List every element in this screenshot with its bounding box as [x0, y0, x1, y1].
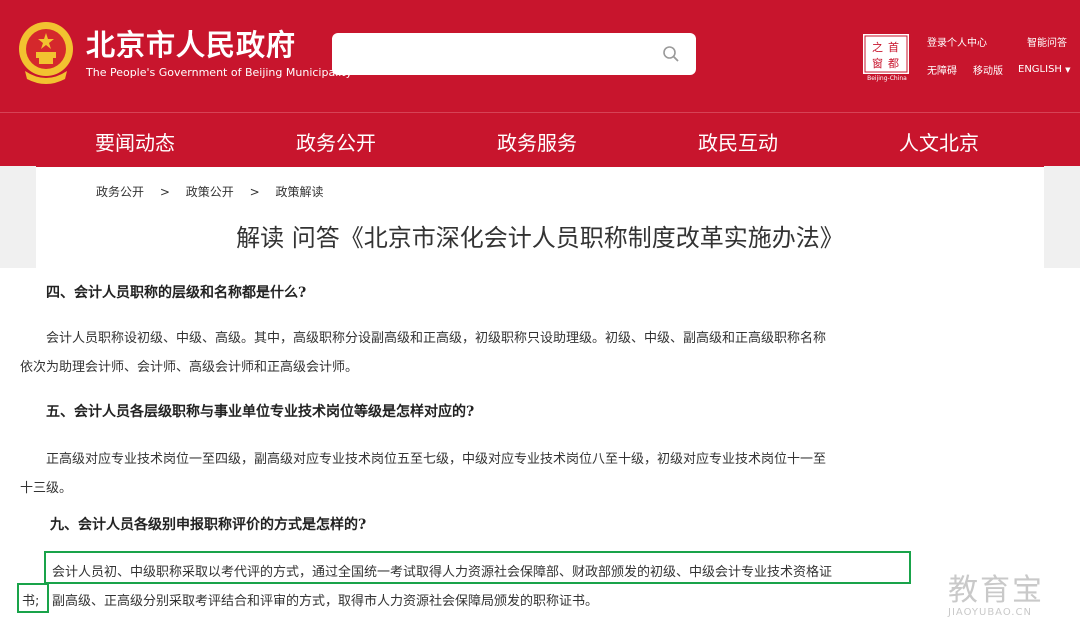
english-label: ENGLISH [1018, 64, 1062, 75]
beijing-logo[interactable]: 之 首 窗 都 Beijing-China [861, 34, 911, 82]
nav-item-culture[interactable]: 人文北京 [899, 127, 979, 156]
answer-text: 十三级。 [20, 481, 73, 496]
answer-text: 副高级、正高级分别采取考评结合和评审的方式，取得市人力资源社会保障局颁发的职称证… [52, 594, 599, 609]
breadcrumb-item-interpretation[interactable]: 政策解读 [275, 183, 323, 200]
accessibility-link[interactable]: 无障碍 [927, 62, 957, 77]
english-link[interactable]: ENGLISH ▼ [1018, 64, 1071, 75]
beijing-seal-icon: 之 首 窗 都 [863, 34, 909, 74]
search-icon[interactable] [662, 45, 680, 63]
question-heading: 五、会计人员各层级职称与事业单位专业技术岗位等级是怎样对应的? [46, 404, 475, 420]
breadcrumb-separator: > [249, 185, 260, 199]
national-emblem-icon [19, 22, 73, 84]
answer-text: 依次为助理会计师、会计师、高级会计师和正高级会计师。 [20, 360, 359, 375]
svg-text:都: 都 [888, 57, 899, 70]
watermark: 教育宝 JIAOYUBAO.CN [948, 565, 1044, 618]
mobile-link[interactable]: 移动版 [973, 62, 1003, 77]
nav-item-news[interactable]: 要闻动态 [95, 127, 175, 156]
beijing-logo-caption: Beijing-China [867, 75, 907, 82]
svg-text:窗: 窗 [872, 56, 883, 70]
question-heading: 四、会计人员职称的层级和名称都是什么? [46, 285, 307, 301]
svg-text:之: 之 [872, 40, 883, 54]
page-title: 解读 问答《北京市深化会计人员职称制度改革实施办法》 [236, 224, 844, 252]
question-heading: 九、会计人员各级别申报职称评价的方式是怎样的? [50, 517, 367, 533]
nav-item-open-gov[interactable]: 政务公开 [296, 127, 376, 156]
login-link[interactable]: 登录个人中心 [927, 34, 987, 49]
nav-item-interaction[interactable]: 政民互动 [698, 127, 778, 156]
answer-text: 会计人员职称设初级、中级、高级。其中，高级职称分设副高级和正高级，初级职称只设助… [46, 331, 827, 346]
search-input[interactable] [332, 33, 696, 75]
watermark-url: JIAOYUBAO.CN [948, 607, 1032, 618]
breadcrumb: 政务公开 > 政策公开 > 政策解读 [96, 183, 323, 200]
nav-item-services[interactable]: 政务服务 [497, 127, 577, 156]
smart-qa-link[interactable]: 智能问答 [1027, 34, 1067, 49]
breadcrumb-item-policy[interactable]: 政策公开 [186, 183, 234, 200]
answer-text-highlighted: 书; [22, 594, 40, 609]
svg-text:首: 首 [888, 40, 899, 54]
answer-text-highlighted: 会计人员初、中级职称采取以考代评的方式，通过全国统一考试取得人力资源社会保障部、… [52, 565, 833, 580]
answer-text: 正高级对应专业技术岗位一至四级，副高级对应专业技术岗位五至七级，中级对应专业技术… [46, 452, 827, 467]
main-nav: 要闻动态 政务公开 政务服务 政民互动 人文北京 [0, 112, 1080, 167]
breadcrumb-item-open-gov[interactable]: 政务公开 [96, 183, 144, 200]
site-subtitle: The People's Government of Beijing Munic… [86, 66, 353, 79]
chevron-down-icon: ▼ [1065, 66, 1071, 74]
watermark-text: 教育宝 [948, 573, 1044, 608]
site-header: 北京市人民政府 The People's Government of Beiji… [0, 0, 1080, 112]
site-title[interactable]: 北京市人民政府 [86, 22, 296, 64]
breadcrumb-separator: > [159, 185, 170, 199]
